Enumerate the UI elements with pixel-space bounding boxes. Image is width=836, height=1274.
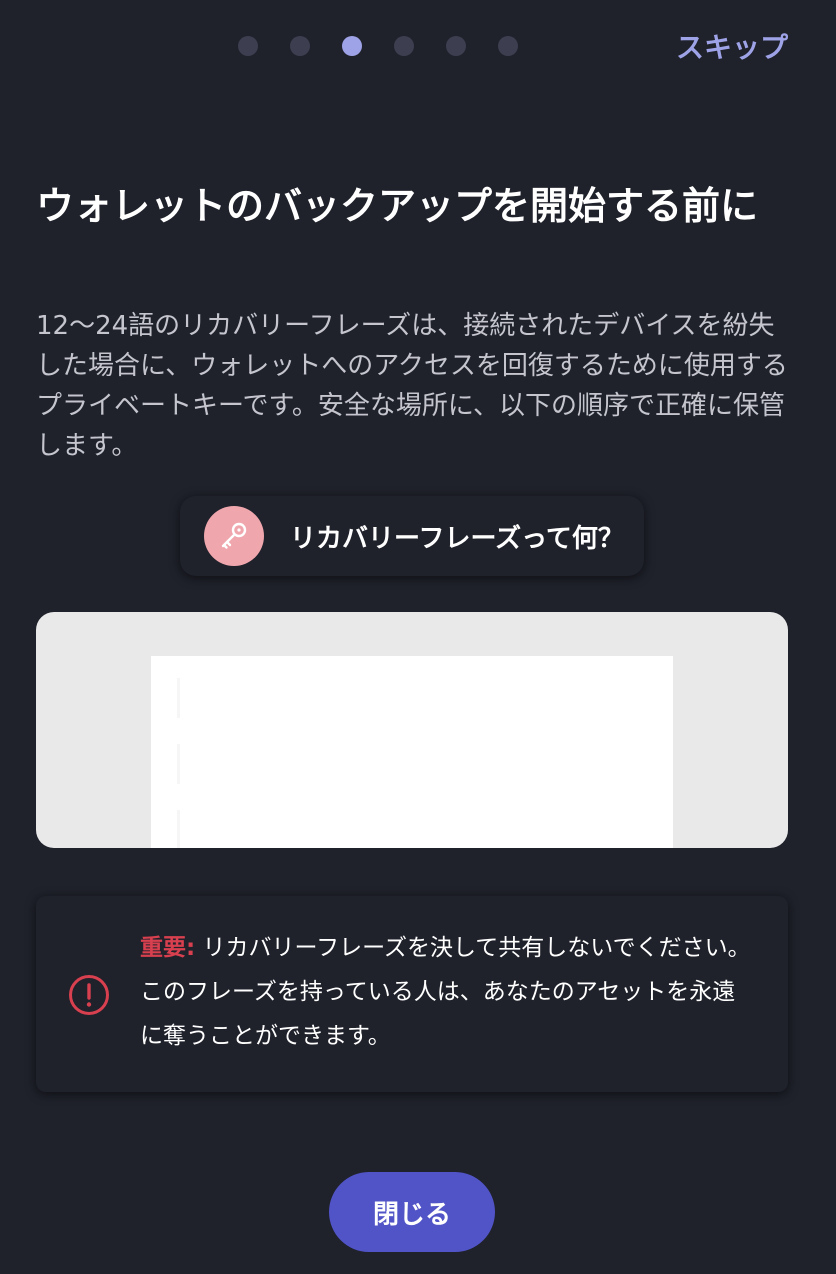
skip-button[interactable]: スキップ xyxy=(676,26,788,66)
what-is-recovery-phrase-button[interactable]: リカバリーフレーズって何？ xyxy=(180,496,644,576)
warning-box: 重要: リカバリーフレーズを決して共有しないでください。このフレーズを持っている… xyxy=(36,896,788,1092)
step-dot-2 xyxy=(290,36,310,56)
step-indicator xyxy=(238,36,518,56)
description: 12〜24語のリカバリーフレーズは、接続されたデバイスを紛失した場合に、ウォレッ… xyxy=(36,311,788,461)
warning-message: リカバリーフレーズを決して共有しないでください。このフレーズを持っている人は、あ… xyxy=(140,935,751,1049)
paper-line xyxy=(177,744,180,784)
step-dot-3-active xyxy=(342,36,362,56)
recovery-sheet-illustration xyxy=(36,612,788,848)
page-title: ウォレットのバックアップを開始する前に xyxy=(36,184,759,228)
step-dot-1 xyxy=(238,36,258,56)
paper-line xyxy=(177,810,180,848)
warning-prefix: 重要: xyxy=(140,935,196,961)
paper-sheet xyxy=(151,656,673,848)
warning-text: 重要: リカバリーフレーズを決して共有しないでください。このフレーズを持っている… xyxy=(140,926,752,1058)
paper-line xyxy=(177,678,180,718)
step-dot-4 xyxy=(394,36,414,56)
recovery-phrase-link-label: リカバリーフレーズって何？ xyxy=(290,523,624,554)
close-button[interactable]: 閉じる xyxy=(329,1172,495,1252)
step-dot-6 xyxy=(498,36,518,56)
key-icon xyxy=(204,506,264,566)
step-dot-5 xyxy=(446,36,466,56)
alert-circle-icon xyxy=(68,974,110,1016)
